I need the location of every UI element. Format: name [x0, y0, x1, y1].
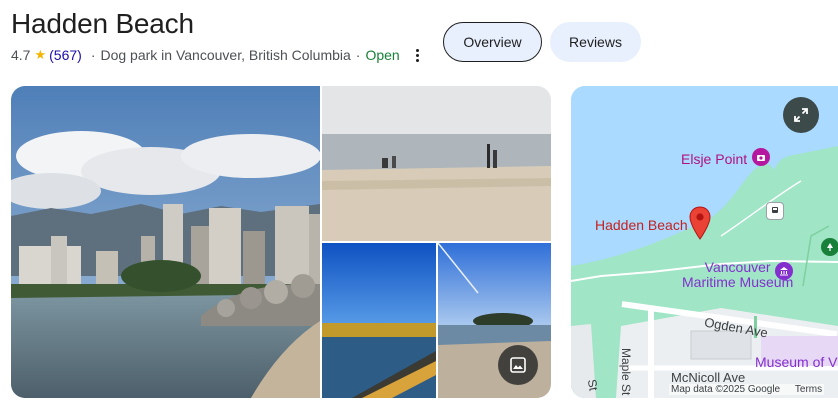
review-count-link[interactable]: (567)	[49, 47, 82, 63]
map-label-museum-of-v[interactable]: Museum of V	[755, 354, 837, 370]
photo-beach-people[interactable]	[322, 86, 551, 241]
map-label-maritime-museum[interactable]: Vancouver Maritime Museum	[682, 260, 793, 290]
photo-city-beach[interactable]	[11, 86, 320, 398]
rating-value: 4.7	[11, 47, 31, 63]
map-label-museum-line2: Maritime Museum	[682, 274, 794, 290]
photo-harbour-trees[interactable]	[322, 243, 436, 398]
photo-gallery	[11, 86, 551, 398]
place-category: Dog park in Vancouver, British Columbia	[100, 47, 351, 63]
tab-reviews[interactable]: Reviews	[550, 22, 641, 62]
map-label-mcnicoll-ave: McNicoll Ave	[671, 370, 746, 385]
map-label-maple-st: Maple St	[619, 348, 633, 396]
map-label-st: St	[584, 378, 601, 392]
train-poi-icon[interactable]	[766, 202, 784, 220]
map-attribution: Map data ©2025 Google Terms	[669, 384, 825, 395]
camera-poi-icon[interactable]	[752, 148, 770, 166]
location-pin-icon[interactable]	[689, 206, 711, 245]
tree-poi-icon[interactable]	[821, 238, 838, 256]
expand-icon[interactable]	[783, 97, 819, 133]
map-data-text: Map data ©2025 Google	[671, 384, 781, 395]
map-preview[interactable]: Elsje Point Hadden Beach Vancouver Marit…	[571, 86, 838, 398]
terms-link[interactable]: Terms	[795, 384, 822, 395]
image-icon[interactable]	[498, 345, 538, 385]
more-vert-icon[interactable]	[410, 48, 426, 62]
place-meta: 4.7 ★ (567) · Dog park in Vancouver, Bri…	[11, 47, 426, 63]
separator: ·	[355, 47, 361, 63]
star-icon: ★	[34, 47, 47, 62]
tab-overview[interactable]: Overview	[443, 22, 542, 62]
open-status: Open	[365, 47, 400, 63]
map-label-elsje-point[interactable]: Elsje Point	[681, 151, 747, 167]
map-label-hadden-beach[interactable]: Hadden Beach	[595, 217, 688, 233]
place-title: Hadden Beach	[11, 8, 194, 39]
map-label-museum-line1: Vancouver	[704, 259, 771, 275]
separator: ·	[90, 47, 96, 63]
